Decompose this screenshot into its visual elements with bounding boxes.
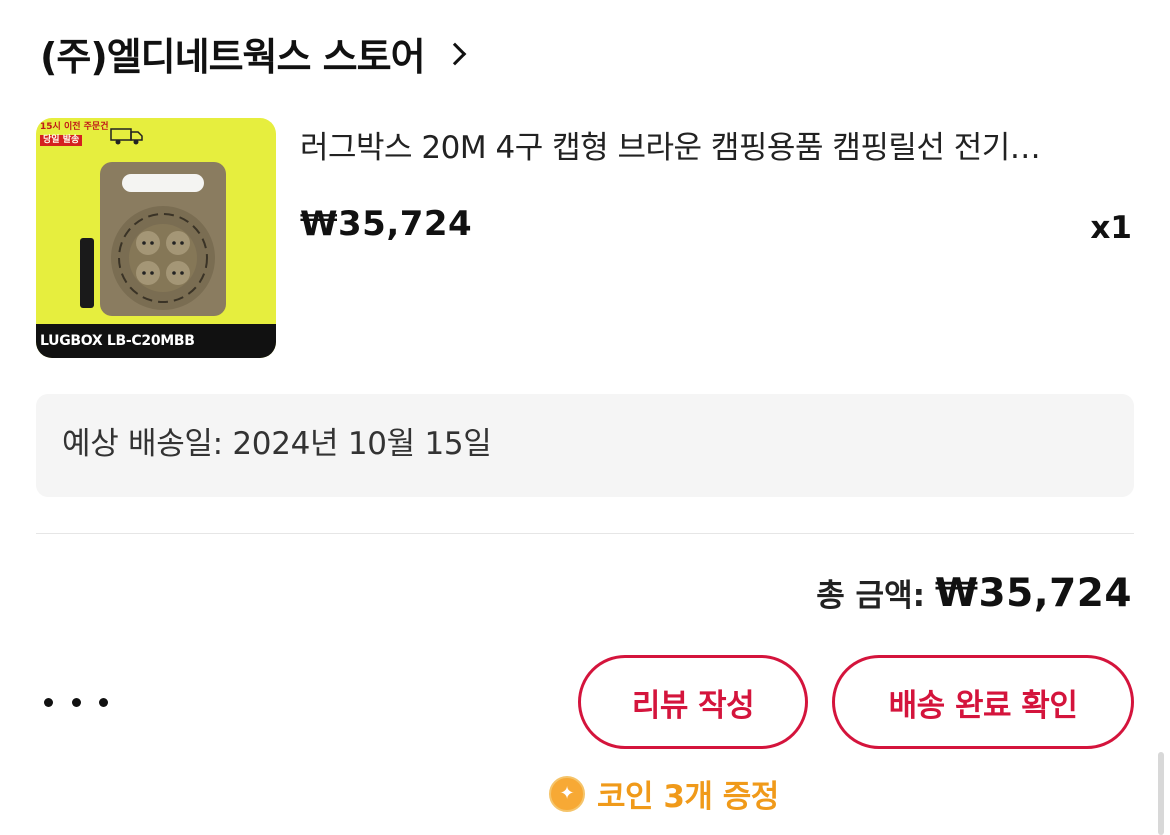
image-caption: LUGBOX LB-C20MBB xyxy=(36,324,276,358)
confirm-delivery-button[interactable]: 배송 완료 확인 xyxy=(832,655,1134,749)
divider xyxy=(36,533,1134,534)
product-quantity: x1 xyxy=(1090,210,1132,246)
product-image[interactable]: 15시 이전 주문건 당일 발송 LUGBOX LB-C20MBB xyxy=(36,118,276,358)
store-name: (주)엘디네트웍스 스토어 xyxy=(40,34,426,79)
total-amount: ₩35,724 xyxy=(934,571,1132,616)
more-dot-icon xyxy=(71,697,81,707)
write-review-button[interactable]: 리뷰 작성 xyxy=(578,655,808,749)
delivery-info-box: 예상 배송일: 2024년 10월 15일 xyxy=(36,394,1134,497)
coin-icon: ✦ xyxy=(549,775,585,812)
more-dot-icon xyxy=(44,697,53,707)
delivery-truck-icon xyxy=(110,128,143,145)
coin-reward: ✦ 코인 3개 증정 xyxy=(549,771,779,816)
cable-reel-graphic xyxy=(100,162,226,316)
total-row: 총 금액: ₩35,724 xyxy=(816,570,1132,616)
scrollbar[interactable] xyxy=(1158,752,1164,835)
total-label: 총 금액: xyxy=(816,578,925,614)
product-price: ₩35,724 xyxy=(300,204,473,244)
product-title[interactable]: 러그박스 20M 4구 캡형 브라운 캠핑용품 캠핑릴선 전기… xyxy=(300,122,1130,167)
cord-graphic xyxy=(80,238,94,308)
more-dot-icon xyxy=(99,697,108,707)
store-header-link[interactable]: (주)엘디네트웍스 스토어 xyxy=(40,22,466,84)
image-badge-line2: 당일 발송 xyxy=(40,135,83,146)
chevron-right-icon xyxy=(443,42,466,66)
estimated-delivery-date: 예상 배송일: 2024년 10월 15일 xyxy=(62,426,492,462)
coin-reward-text: 코인 3개 증정 xyxy=(597,779,779,815)
more-options-button[interactable] xyxy=(44,684,108,720)
